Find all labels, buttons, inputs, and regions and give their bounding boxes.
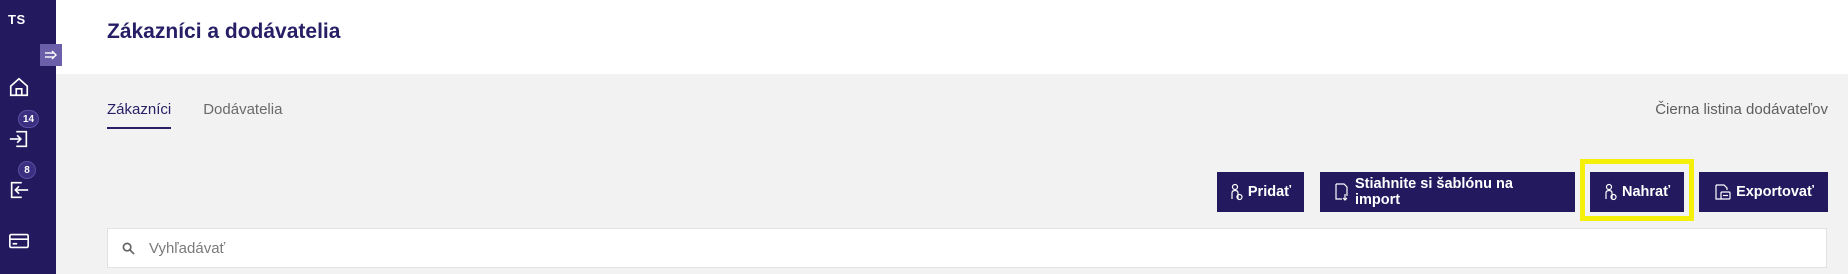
export-icon xyxy=(1715,184,1731,200)
card-icon[interactable] xyxy=(6,228,32,254)
home-icon[interactable] xyxy=(6,74,32,100)
upload-highlight-frame xyxy=(1580,159,1694,221)
download-template-label: Stiahnite si šablónu na import xyxy=(1355,176,1513,208)
tab-bar: Zákazníci Dodávatelia xyxy=(107,101,282,129)
sidebar-collapse-button[interactable] xyxy=(40,44,62,66)
search-input[interactable] xyxy=(149,239,549,257)
outgoing-icon[interactable] xyxy=(6,177,32,203)
download-template-button[interactable]: Stiahnite si šablónu na import xyxy=(1320,172,1575,212)
tab-customers[interactable]: Zákazníci xyxy=(107,101,172,129)
export-button-label: Exportovať xyxy=(1736,184,1814,200)
search-icon xyxy=(122,242,135,255)
template-icon xyxy=(1335,183,1348,201)
tab-suppliers[interactable]: Dodávatelia xyxy=(203,101,282,129)
sidebar: TS 14 8 xyxy=(0,0,56,274)
page-header: Zákazníci a dodávatelia xyxy=(56,0,1848,74)
supplier-blacklist-link[interactable]: Čierna listina dodávateľov xyxy=(1655,101,1828,118)
page-title: Zákazníci a dodávatelia xyxy=(107,20,341,43)
logo: TS xyxy=(8,12,26,27)
add-button-label: Pridať xyxy=(1247,184,1292,200)
expand-arrow-icon xyxy=(45,50,57,60)
add-button[interactable]: Pridať xyxy=(1217,172,1304,212)
search-bar xyxy=(107,228,1827,268)
export-button[interactable]: Exportovať xyxy=(1699,172,1828,212)
incoming-icon[interactable] xyxy=(6,126,32,152)
add-person-icon xyxy=(1231,183,1243,201)
